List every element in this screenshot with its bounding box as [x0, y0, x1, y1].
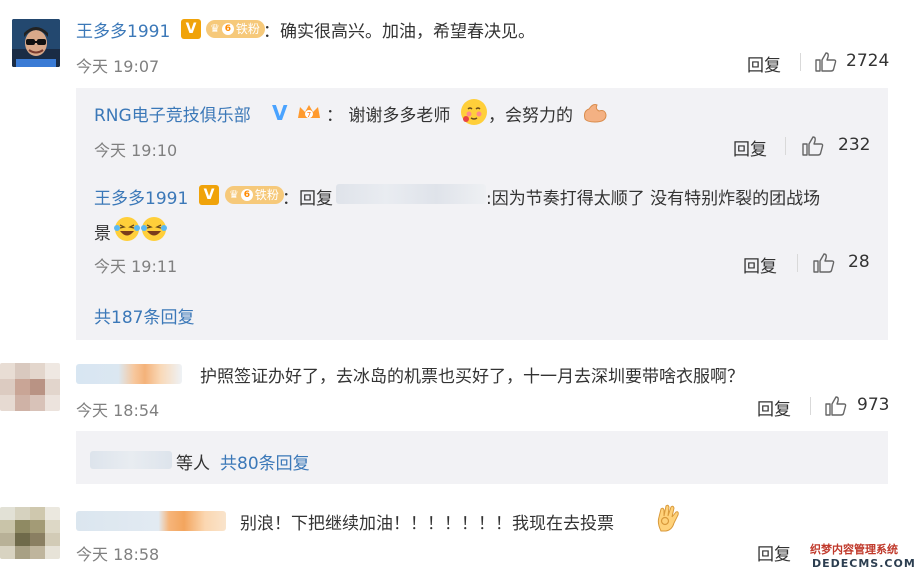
reply-text: :因为节奏打得太顺了 没有特别炸裂的团战场 [486, 189, 821, 209]
svg-text:7: 7 [307, 111, 311, 119]
reply-text-line2: 景 [94, 224, 111, 244]
like-count: 232 [838, 135, 871, 155]
verified-v-icon: V [181, 19, 201, 39]
reply-time: 今天 19:11 [94, 257, 178, 276]
comment-username[interactable]: 王多多1991 [76, 17, 170, 42]
fan-badge[interactable]: ♛ 6 铁粉 [206, 20, 265, 38]
crown-icon: ♛ [229, 188, 239, 201]
comment-text: 别浪！下把继续加油！！！！！！！我现在去投票 [240, 514, 614, 534]
avatar[interactable] [12, 19, 60, 67]
more-replies-link[interactable]: 共80条回复 [220, 449, 310, 474]
comment-text: 护照签证办好了，去冰岛的机票也买好了，十一月去深圳要带啥衣服啊？ [200, 367, 744, 387]
like-count: 973 [857, 395, 890, 415]
reply-button[interactable]: 回复 [743, 252, 777, 277]
divider [797, 254, 798, 272]
reply-button[interactable]: 回复 [757, 540, 791, 565]
like-thumb-icon[interactable] [802, 136, 824, 156]
fan-badge[interactable]: ♛ 6 铁粉 [225, 186, 284, 204]
like-thumb-icon[interactable] [825, 396, 847, 416]
like-count: 28 [848, 252, 870, 272]
laugh-cry-emoji-icon [113, 215, 169, 247]
more-replies-link[interactable]: 共187条回复 [94, 303, 194, 328]
divider [810, 397, 811, 415]
more-replies-prefix: 等人 [176, 454, 210, 474]
fan-level: 6 [221, 23, 234, 35]
comment-text: ：确实很高兴。加油，希望春决见。 [263, 22, 535, 42]
verified-v-icon: V [199, 185, 219, 205]
comment-time: 今天 18:54 [76, 401, 160, 420]
reply-text-suffix: ，会努力的 [488, 106, 573, 126]
reply-time: 今天 19:10 [94, 141, 178, 160]
watermark-line2: DEDECMS.COM [812, 557, 916, 570]
site-watermark: 织梦内容管理系统 DEDECMS.COM [808, 541, 917, 576]
reply-prefix: ：回复 [282, 189, 333, 209]
blurred-avatar-image [0, 507, 60, 559]
reply-button[interactable]: 回复 [733, 135, 767, 160]
blurred-username[interactable] [90, 451, 172, 469]
blurred-username[interactable] [336, 184, 486, 204]
fan-badge-label: 铁粉 [235, 22, 260, 36]
ok-hand-emoji-icon [655, 503, 683, 537]
comment-time: 今天 19:07 [76, 57, 160, 76]
fan-level: 6 [240, 189, 253, 201]
crown-icon: ♛ [210, 22, 220, 35]
blurred-username[interactable] [76, 511, 226, 531]
blurred-avatar-image [0, 363, 60, 411]
muscle-emoji-icon [581, 99, 609, 129]
verified-blue-v-icon: V [272, 101, 288, 125]
avatar[interactable] [0, 363, 60, 411]
blurred-username[interactable] [76, 364, 182, 384]
blush-emoji-icon [461, 99, 487, 125]
divider [785, 137, 786, 155]
divider [800, 53, 801, 71]
crown-badge-icon: 7 [296, 102, 322, 122]
reply-username[interactable]: 王多多1991 [94, 184, 188, 209]
like-count: 2724 [846, 51, 890, 71]
like-thumb-icon[interactable] [813, 253, 835, 273]
avatar[interactable] [0, 507, 60, 559]
reply-button[interactable]: 回复 [747, 51, 781, 76]
avatar-image [12, 19, 60, 67]
reply-text: ： 谢谢多多老师 [326, 106, 451, 126]
like-thumb-icon[interactable] [815, 52, 837, 72]
reply-username[interactable]: RNG电子竞技俱乐部 [94, 101, 251, 126]
watermark-line1: 织梦内容管理系统 [810, 543, 898, 556]
fan-badge-label: 铁粉 [254, 188, 279, 202]
comment-time: 今天 18:58 [76, 545, 160, 564]
reply-button[interactable]: 回复 [757, 395, 791, 420]
